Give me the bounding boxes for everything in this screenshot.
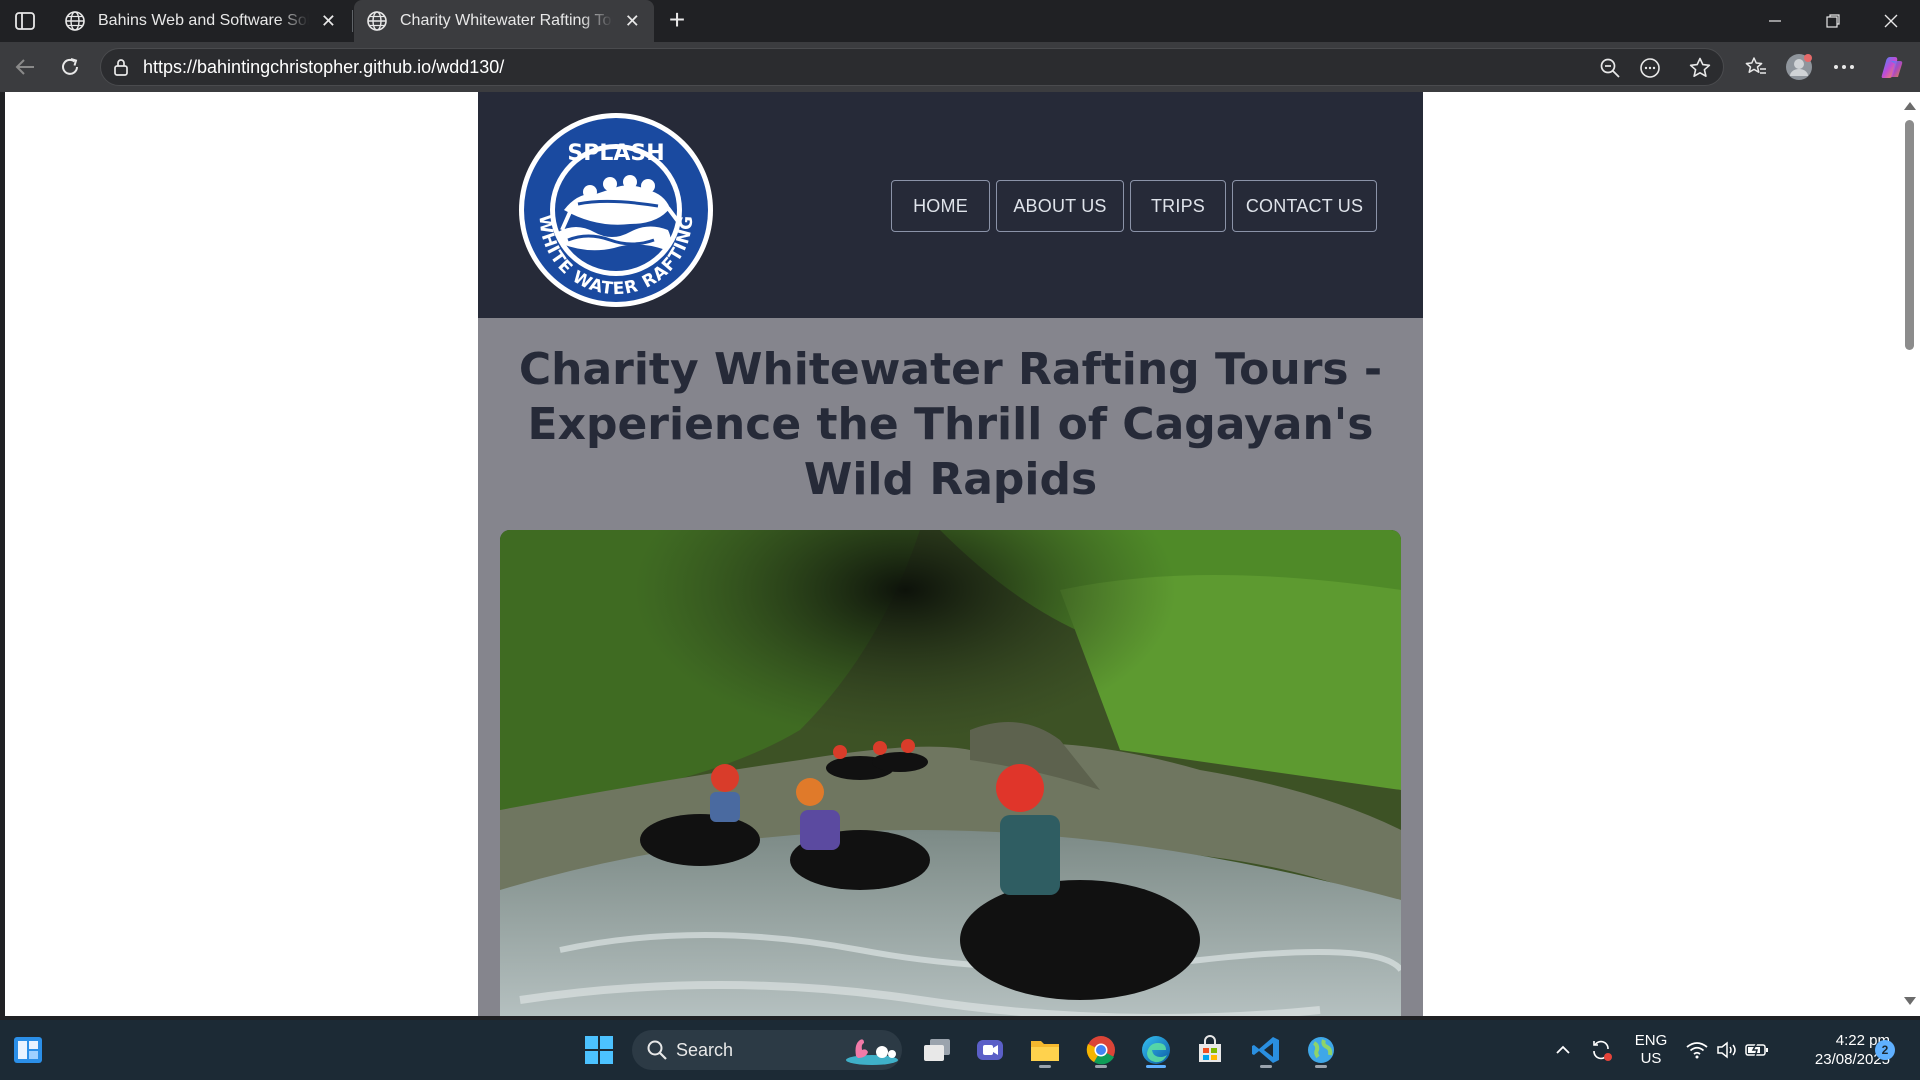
browser-tab-charity[interactable]: Charity Whitewater Rafting Tours ✕ [354,0,654,42]
main-nav: HOME ABOUT US TRIPS CONTACT US [478,180,1423,232]
close-tab-icon[interactable]: ✕ [319,11,338,31]
nav-contact-link[interactable]: CONTACT US [1232,180,1377,232]
wifi-icon[interactable] [1682,1020,1712,1080]
more-menu-icon[interactable] [1828,51,1860,83]
globe-app-icon[interactable] [1301,1030,1341,1070]
profile-avatar-icon[interactable] [1783,51,1815,83]
zoom-out-icon[interactable] [1597,55,1623,81]
favorite-star-icon[interactable] [1687,55,1713,81]
site-header: SPLASH WHITE WATER RAFTING HOME ABOUT US… [478,92,1423,318]
logo-top-text: SPLASH [567,141,664,166]
browser-tab-strip: Bahins Web and Software Solutions ✕ Char… [0,0,1920,42]
tab-title: Charity Whitewater Rafting Tours [400,12,613,29]
site-container: SPLASH WHITE WATER RAFTING HOME ABOUT US… [478,92,1423,1016]
back-icon[interactable] [9,51,41,83]
copilot-icon[interactable] [1876,51,1908,83]
taskbar-search[interactable]: Search [632,1030,902,1070]
file-explorer-icon[interactable] [1025,1030,1065,1070]
start-windows-icon[interactable] [579,1030,619,1070]
restore-icon[interactable] [1804,0,1862,42]
sync-status-icon[interactable] [1586,1020,1616,1080]
reader-mode-icon[interactable] [1637,55,1663,81]
new-tab-icon[interactable]: + [662,6,692,36]
widgets-icon[interactable] [8,1030,48,1070]
task-view-icon[interactable] [917,1030,957,1070]
store-icon[interactable] [1190,1030,1230,1070]
page-title: Charity Whitewater Rafting Tours - Exper… [518,344,1383,505]
lock-icon[interactable] [111,57,131,77]
tab-title: Bahins Web and Software Solutions [98,12,309,29]
input-language[interactable]: ENG US [1626,1020,1676,1080]
active-indicator [1146,1065,1166,1068]
teams-meet-icon[interactable] [970,1030,1010,1070]
page-viewport: SPLASH WHITE WATER RAFTING HOME ABOUT US… [5,92,1899,1016]
volume-icon[interactable] [1712,1020,1742,1080]
browser-tab-bahins[interactable]: Bahins Web and Software Solutions ✕ [52,0,350,42]
language-code: ENG [1634,1032,1668,1049]
close-window-icon[interactable] [1862,0,1920,42]
show-hidden-icons-chevron-icon[interactable] [1548,1020,1578,1080]
running-indicator [1260,1065,1272,1068]
browser-toolbar: https://bahintingchristopher.github.io/w… [0,42,1920,92]
running-indicator [1039,1065,1051,1068]
battery-icon[interactable] [1742,1020,1772,1080]
minimize-icon[interactable] [1746,0,1804,42]
search-icon [647,1040,667,1060]
system-clock[interactable]: 4:22 pm 23/08/2025 [1780,1020,1890,1080]
region-code: US [1640,1050,1662,1067]
nav-about-link[interactable]: ABOUT US [996,180,1124,232]
page-scrollbar[interactable] [1899,92,1920,1016]
notification-badge[interactable]: 2 [1875,1040,1895,1060]
tab-separator [352,10,353,32]
nav-trips-link[interactable]: TRIPS [1130,180,1226,232]
favorites-icon[interactable] [1740,51,1772,83]
url-text[interactable]: https://bahintingchristopher.github.io/w… [143,49,504,85]
refresh-icon[interactable] [54,51,86,83]
scroll-up-arrow-icon[interactable] [1904,102,1916,110]
running-indicator [1315,1065,1327,1068]
edge-icon[interactable] [1136,1030,1176,1070]
windows-taskbar: Search ENG US 4:22 pm 23/08/2025 [0,1020,1920,1080]
tab-actions-icon[interactable] [10,7,40,35]
chrome-icon[interactable] [1081,1030,1121,1070]
globe-icon [367,11,387,31]
close-tab-icon[interactable]: ✕ [623,11,642,31]
search-label: Search [676,1040,734,1060]
nav-home-link[interactable]: HOME [891,180,990,232]
address-bar[interactable]: https://bahintingchristopher.github.io/w… [100,48,1724,86]
hero-image [500,530,1401,1016]
vscode-icon[interactable] [1246,1030,1286,1070]
scroll-down-arrow-icon[interactable] [1904,997,1916,1005]
globe-icon [65,11,85,31]
flamingo-highlight-icon [846,1039,898,1065]
scroll-thumb[interactable] [1905,120,1914,350]
running-indicator [1095,1065,1107,1068]
